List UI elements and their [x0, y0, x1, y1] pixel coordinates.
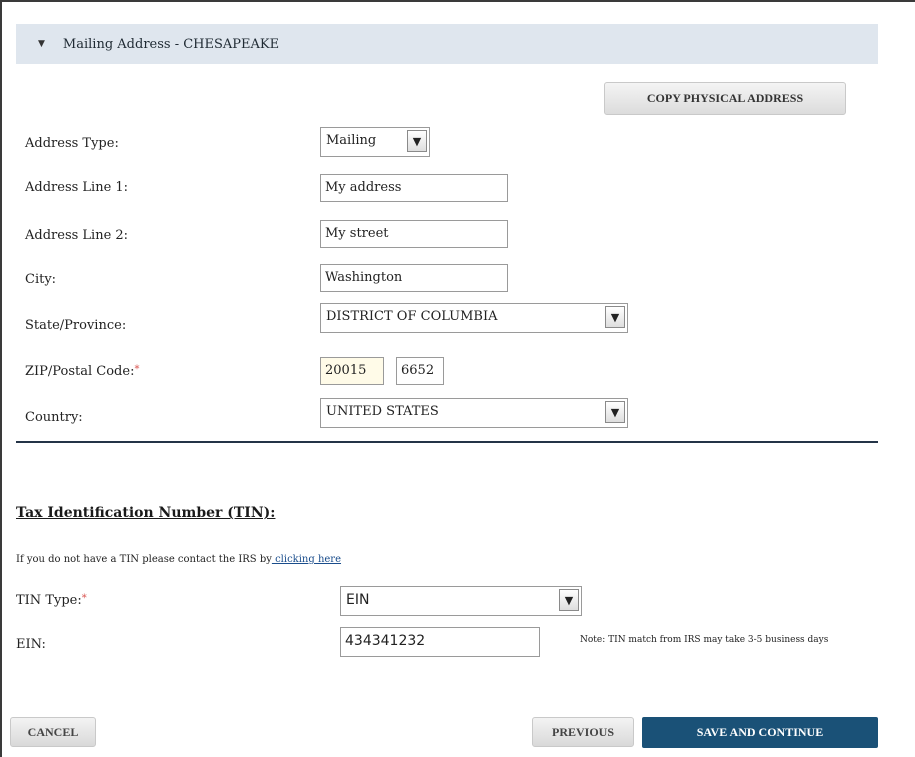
address-line2-input[interactable]: My street	[320, 220, 508, 248]
chevron-down-icon[interactable]: ▼	[407, 130, 427, 152]
tin-help-prefix: If you do not have a TIN please contact …	[16, 554, 272, 565]
tin-match-note: Note: TIN match from IRS may take 3-5 bu…	[580, 635, 829, 645]
cancel-button[interactable]: CANCEL	[10, 717, 96, 747]
address-line1-input[interactable]: My address	[320, 174, 508, 202]
state-label: State/Province:	[25, 318, 127, 333]
country-value: UNITED STATES	[326, 404, 439, 419]
address-type-select[interactable]: Mailing ▼	[320, 127, 430, 157]
zip-input[interactable]: 20015	[320, 357, 384, 385]
country-label: Country:	[25, 410, 83, 425]
mailing-address-header[interactable]: ▼ Mailing Address - CHESAPEAKE	[16, 24, 878, 64]
chevron-down-icon[interactable]: ▼	[559, 589, 579, 611]
window-frame-top	[0, 0, 915, 2]
required-marker: *	[81, 593, 87, 604]
tin-type-label: TIN Type:*	[16, 593, 87, 608]
country-select[interactable]: UNITED STATES ▼	[320, 398, 628, 428]
tin-help-text: If you do not have a TIN please contact …	[16, 554, 341, 565]
zip-extension-input[interactable]: 6652	[396, 357, 444, 385]
window-frame-left	[0, 0, 2, 757]
tin-section-title: Tax Identification Number (TIN):	[16, 505, 276, 521]
address-line2-label: Address Line 2:	[25, 228, 129, 243]
tin-type-label-text: TIN Type:	[16, 593, 82, 608]
city-input[interactable]: Washington	[320, 264, 508, 292]
tin-type-select[interactable]: EIN ▼	[340, 586, 582, 616]
irs-contact-link[interactable]: clicking here	[272, 554, 341, 565]
ein-label: EIN:	[16, 637, 46, 652]
city-label: City:	[25, 272, 57, 287]
copy-physical-address-button[interactable]: COPY PHYSICAL ADDRESS	[604, 82, 846, 115]
previous-button[interactable]: PREVIOUS	[532, 717, 634, 747]
save-and-continue-button[interactable]: SAVE AND CONTINUE	[642, 717, 878, 748]
state-value: DISTRICT OF COLUMBIA	[326, 309, 498, 324]
collapse-caret-icon[interactable]: ▼	[38, 39, 45, 49]
ein-input[interactable]: 434341232	[340, 627, 540, 657]
section-title: Mailing Address - CHESAPEAKE	[62, 36, 280, 52]
address-line1-label: Address Line 1:	[25, 180, 129, 195]
address-type-label: Address Type:	[25, 136, 119, 151]
required-marker: *	[134, 364, 140, 375]
section-divider	[16, 441, 878, 443]
tin-type-value: EIN	[346, 592, 370, 608]
chevron-down-icon[interactable]: ▼	[605, 401, 625, 423]
state-select[interactable]: DISTRICT OF COLUMBIA ▼	[320, 303, 628, 333]
zip-label-text: ZIP/Postal Code:	[25, 364, 135, 379]
chevron-down-icon[interactable]: ▼	[605, 306, 625, 328]
zip-label: ZIP/Postal Code:*	[25, 364, 139, 379]
address-type-value: Mailing	[326, 133, 377, 148]
